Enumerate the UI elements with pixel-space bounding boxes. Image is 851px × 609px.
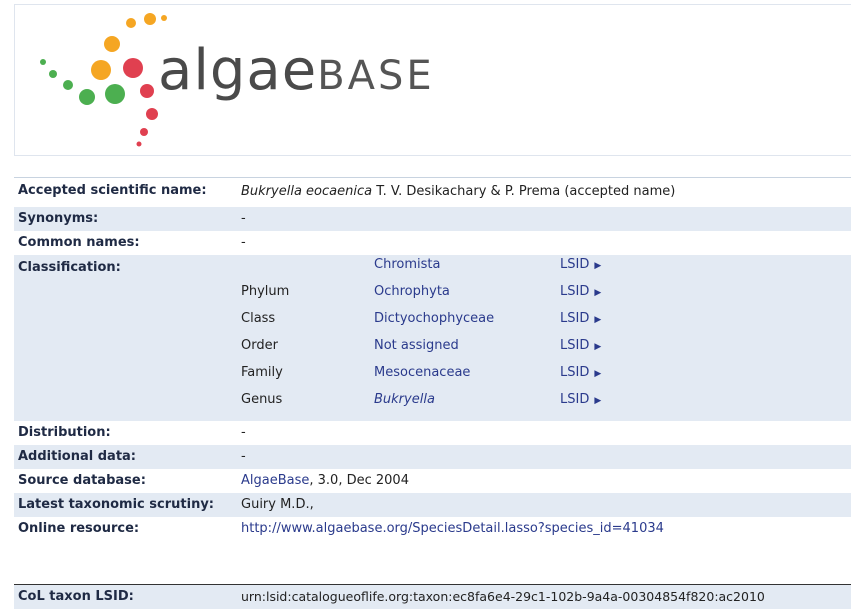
lsid-link-phylum[interactable]: LSID ▶: [560, 284, 601, 299]
taxon-link-mesocenaceae[interactable]: Mesocenaceae: [374, 365, 470, 380]
triangle-right-icon: ▶: [594, 314, 602, 325]
lsid-link-class[interactable]: LSID ▶: [560, 311, 601, 326]
species-info-table: Accepted scientific name: Bukryella eoca…: [14, 177, 851, 609]
classification-row-genus: Genus Bukryella LSID ▶: [237, 391, 684, 419]
source-database-version: , 3.0, Dec 2004: [309, 472, 409, 488]
value-online-resource: http://www.algaebase.org/SpeciesDetail.l…: [237, 516, 851, 565]
lsid-link-genus[interactable]: LSID ▶: [560, 392, 601, 407]
row-source-database: Source database: AlgaeBase, 3.0, Dec 200…: [14, 468, 851, 493]
lsid-link-family[interactable]: LSID ▶: [560, 365, 601, 380]
triangle-right-icon: ▶: [594, 287, 602, 298]
row-spacer: [14, 564, 851, 585]
label-col-taxon-lsid: CoL taxon LSID:: [14, 584, 237, 609]
value-accepted-name: Bukryella eocaenica T. V. Desikachary & …: [237, 177, 851, 207]
classification-row-order: Order Not assigned LSID ▶: [237, 337, 684, 365]
value-common-names: -: [237, 230, 851, 255]
online-resource-link[interactable]: http://www.algaebase.org/SpeciesDetail.l…: [241, 521, 664, 536]
header-banner: algaeBASE: [14, 4, 851, 156]
lsid-label: LSID: [560, 283, 590, 299]
rank-label: Phylum: [237, 283, 370, 311]
label-distribution: Distribution:: [14, 420, 237, 445]
label-accepted-name: Accepted scientific name:: [14, 177, 237, 207]
label-taxonomic-scrutiny: Latest taxonomic scrutiny:: [14, 492, 237, 517]
value-synonyms: -: [237, 206, 851, 231]
label-online-resource: Online resource:: [14, 516, 237, 565]
taxon-link-ochrophyta[interactable]: Ochrophyta: [374, 284, 450, 299]
row-taxonomic-scrutiny: Latest taxonomic scrutiny: Guiry M.D.,: [14, 492, 851, 517]
row-online-resource: Online resource: http://www.algaebase.or…: [14, 516, 851, 565]
label-common-names: Common names:: [14, 230, 237, 255]
source-database-link[interactable]: AlgaeBase: [241, 473, 309, 488]
lsid-label: LSID: [560, 337, 590, 353]
lsid-link-order[interactable]: LSID ▶: [560, 338, 601, 353]
label-classification: Classification:: [14, 254, 237, 421]
logo-word-base: BASE: [317, 53, 435, 99]
label-additional-data: Additional data:: [14, 444, 237, 469]
row-classification: Classification: Chromista LSID ▶ Phylum O…: [14, 254, 851, 421]
row-accepted-name: Accepted scientific name: Bukryella eoca…: [14, 177, 851, 207]
rank-label: Order: [237, 337, 370, 365]
value-additional-data: -: [237, 444, 851, 469]
value-col-taxon-lsid: urn:lsid:catalogueoflife.org:taxon:ec8fa…: [237, 584, 851, 609]
lsid-link-kingdom[interactable]: LSID ▶: [560, 257, 601, 272]
value-source-database: AlgaeBase, 3.0, Dec 2004: [237, 468, 851, 493]
triangle-right-icon: ▶: [594, 341, 602, 352]
triangle-right-icon: ▶: [594, 260, 602, 271]
logo-wordmark: algaeBASE: [158, 43, 435, 99]
row-col-taxon-lsid: CoL taxon LSID: urn:lsid:catalogueoflife…: [14, 584, 851, 609]
row-synonyms: Synonyms: -: [14, 206, 851, 231]
rank-label: Class: [237, 310, 370, 338]
classification-row-kingdom: Chromista LSID ▶: [237, 256, 684, 284]
taxon-link-bukryella[interactable]: Bukryella: [374, 392, 435, 407]
value-classification: Chromista LSID ▶ Phylum Ochrophyta LSID ▶ …: [237, 254, 851, 421]
triangle-right-icon: ▶: [594, 368, 602, 379]
taxon-link-not-assigned[interactable]: Not assigned: [374, 338, 459, 353]
lsid-label: LSID: [560, 364, 590, 380]
taxon-link-chromista[interactable]: Chromista: [374, 257, 440, 272]
lsid-label: LSID: [560, 310, 590, 326]
genus-name-italic: Bukryella: [374, 391, 435, 407]
rank-label: [237, 256, 370, 284]
lsid-label: LSID: [560, 391, 590, 407]
taxon-link-dictyochophyceae[interactable]: Dictyochophyceae: [374, 311, 494, 326]
classification-row-phylum: Phylum Ochrophyta LSID ▶: [237, 283, 684, 311]
value-taxonomic-scrutiny: Guiry M.D.,: [237, 492, 851, 517]
classification-row-class: Class Dictyochophyceae LSID ▶: [237, 310, 684, 338]
accepted-name-binomial: Bukryella eocaenica: [241, 184, 373, 199]
label-source-database: Source database:: [14, 468, 237, 493]
rank-label: Genus: [237, 391, 370, 419]
classification-table: Chromista LSID ▶ Phylum Ochrophyta LSID ▶ …: [237, 256, 684, 419]
lsid-label: LSID: [560, 256, 590, 272]
row-additional-data: Additional data: -: [14, 444, 851, 469]
row-common-names: Common names: -: [14, 230, 851, 255]
label-synonyms: Synonyms:: [14, 206, 237, 231]
classification-row-family: Family Mesocenaceae LSID ▶: [237, 364, 684, 392]
rank-label: Family: [237, 364, 370, 392]
logo-word-algae: algae: [158, 38, 318, 103]
row-distribution: Distribution: -: [14, 420, 851, 445]
triangle-right-icon: ▶: [594, 395, 602, 406]
accepted-name-authority: T. V. Desikachary & P. Prema (accepted n…: [376, 184, 676, 199]
value-distribution: -: [237, 420, 851, 445]
